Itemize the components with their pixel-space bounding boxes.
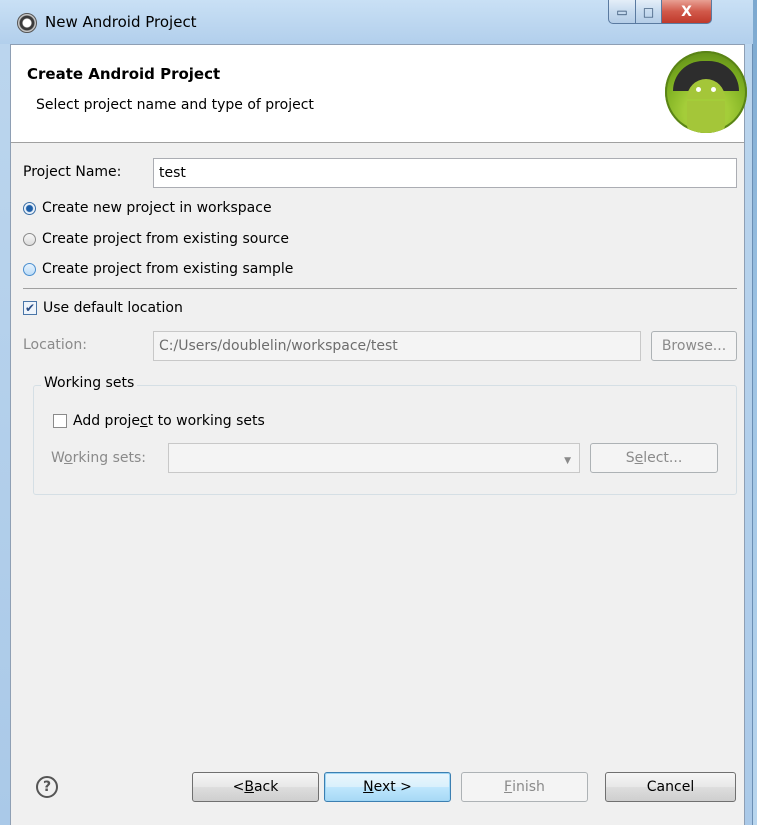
working-sets-combo[interactable]: ▼ (168, 443, 580, 473)
page-title: Create Android Project (27, 65, 221, 83)
radio-existing-sample-label: Create project from existing sample (42, 261, 294, 277)
dialog-client-area: Create Android Project Select project na… (10, 44, 747, 825)
radio-create-new[interactable]: Create new project in workspace (23, 197, 272, 219)
eclipse-app-icon (17, 13, 37, 33)
working-sets-group-label: Working sets (41, 375, 138, 391)
finish-button[interactable]: Finish (461, 772, 588, 802)
radio-create-new-label: Create new project in workspace (42, 200, 272, 216)
use-default-location-checkbox[interactable]: ✔ Use default location (23, 297, 183, 319)
help-icon[interactable]: ? (36, 776, 58, 798)
radio-hover-icon (23, 262, 36, 276)
radio-existing-source[interactable]: Create project from existing source (23, 228, 289, 250)
checkbox-empty-icon (53, 414, 67, 428)
separator (23, 288, 737, 289)
next-button[interactable]: Next > (324, 772, 451, 802)
browse-button[interactable]: Browse... (651, 331, 737, 361)
use-default-location-label: Use default location (43, 300, 183, 316)
working-sets-group (33, 385, 737, 495)
add-to-working-sets-checkbox[interactable]: Add project to working sets (53, 410, 265, 432)
window-controls: ▭ □ X (608, 0, 712, 24)
close-button[interactable]: X (662, 0, 712, 24)
close-icon: X (681, 3, 692, 20)
add-to-working-sets-label: Add project to working sets (73, 413, 265, 429)
wizard-header: Create Android Project Select project na… (11, 45, 747, 143)
project-name-label: Project Name: (23, 164, 122, 180)
radio-existing-sample[interactable]: Create project from existing sample (23, 258, 293, 280)
working-sets-combo-label: Working sets: (51, 450, 146, 466)
location-input[interactable] (153, 331, 641, 361)
location-label: Location: (23, 337, 87, 353)
title-bar[interactable]: New Android Project ▭ □ X (0, 0, 753, 44)
radio-unselected-icon (23, 232, 36, 246)
window-title: New Android Project (45, 13, 197, 31)
page-subtitle: Select project name and type of project (36, 97, 314, 113)
project-name-input[interactable] (153, 158, 737, 188)
maximize-button[interactable]: □ (636, 0, 662, 24)
checkmark-icon: ✔ (23, 301, 37, 315)
minimize-button[interactable]: ▭ (608, 0, 636, 24)
radio-existing-source-label: Create project from existing source (42, 231, 289, 247)
select-working-sets-button[interactable]: Se lect... (590, 443, 718, 473)
android-logo-icon (665, 51, 747, 133)
maximize-icon: □ (642, 4, 655, 19)
radio-selected-icon (23, 201, 36, 215)
cancel-button[interactable]: Cancel (605, 772, 736, 802)
minimize-icon: ▭ (616, 4, 628, 19)
dialog-window: New Android Project ▭ □ X Create Android… (0, 0, 753, 825)
chevron-down-icon: ▼ (564, 456, 571, 466)
back-button[interactable]: < Back (192, 772, 319, 802)
